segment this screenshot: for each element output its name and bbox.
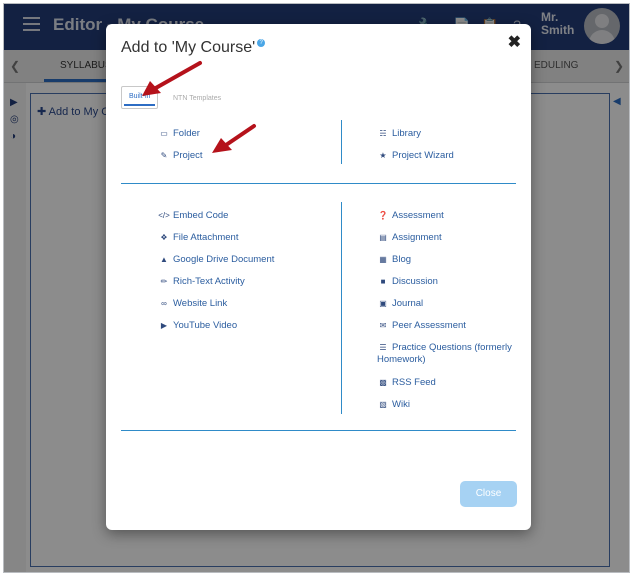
practice-questions-label: Practice Questions (formerly Homework) <box>377 342 512 365</box>
app-window: Editor - My Course 🔧 📄 📋 ? Mr. Smith ❮ S… <box>3 3 630 573</box>
rich-text-item[interactable]: ✏ Rich-Text Activity <box>158 276 245 287</box>
wiki-icon: ▧ <box>379 400 387 409</box>
youtube-video-label: YouTube Video <box>173 320 238 331</box>
discussion-label: Discussion <box>392 276 438 287</box>
question-icon: ❓ <box>378 211 388 220</box>
annotation-arrow-icon <box>212 124 256 153</box>
list-icon: ☰ <box>379 343 387 352</box>
assessment-item[interactable]: ❓ Assessment <box>377 210 444 221</box>
assignment-item[interactable]: ▤ Assignment <box>377 232 442 243</box>
rss-feed-label: RSS Feed <box>392 377 436 388</box>
help-badge-icon[interactable]: ? <box>257 39 266 47</box>
chat-icon: ■ <box>380 277 386 286</box>
document-icon: ▤ <box>379 233 387 242</box>
folder-icon: ▭ <box>160 129 168 138</box>
file-attachment-item[interactable]: ❖ File Attachment <box>158 232 238 243</box>
top-column-divider <box>341 120 342 164</box>
wiki-label: Wiki <box>392 399 410 410</box>
video-icon: ▶ <box>160 321 168 330</box>
wiki-item[interactable]: ▧ Wiki <box>377 399 410 410</box>
pencil-icon: ✏ <box>160 277 168 286</box>
middle-column-divider <box>341 202 342 414</box>
folder-label: Folder <box>173 128 200 139</box>
project-label: Project <box>173 150 203 161</box>
dialog-title-text: Add to 'My Course' <box>121 39 256 56</box>
google-drive-icon: ▲ <box>160 255 168 264</box>
envelope-icon: ✉ <box>379 321 387 330</box>
code-icon: </> <box>158 211 170 220</box>
section-divider-bottom <box>121 430 516 431</box>
google-drive-item[interactable]: ▲ Google Drive Document <box>158 254 274 265</box>
file-attachment-label: File Attachment <box>173 232 239 243</box>
rss-feed-item[interactable]: ▩ RSS Feed <box>377 377 436 388</box>
annotation-arrow-icon <box>142 61 202 96</box>
peer-assessment-label: Peer Assessment <box>392 320 466 331</box>
assignment-label: Assignment <box>392 232 442 243</box>
section-divider-top <box>121 183 516 184</box>
close-button[interactable]: Close <box>460 481 517 507</box>
library-item[interactable]: ☵ Library <box>377 128 421 139</box>
rss-icon: ▩ <box>379 378 387 387</box>
project-item[interactable]: ✎ Project <box>158 150 203 161</box>
blog-icon: ▦ <box>379 255 387 264</box>
folder-item[interactable]: ▭ Folder <box>158 128 200 139</box>
project-icon: ✎ <box>160 151 168 160</box>
paperclip-icon: ❖ <box>160 233 168 242</box>
embed-code-item[interactable]: </> Embed Code <box>158 210 228 221</box>
website-link-item[interactable]: ∞ Website Link <box>158 298 227 309</box>
journal-item[interactable]: ▣ Journal <box>377 298 423 309</box>
rich-text-label: Rich-Text Activity <box>173 276 245 287</box>
discussion-item[interactable]: ■ Discussion <box>377 276 438 287</box>
project-wizard-label: Project Wizard <box>392 150 454 161</box>
project-wizard-item[interactable]: ★ Project Wizard <box>377 150 454 161</box>
google-drive-label: Google Drive Document <box>173 254 275 265</box>
close-icon[interactable]: ✖ <box>508 32 521 52</box>
website-link-label: Website Link <box>173 298 228 309</box>
library-icon: ☵ <box>379 129 387 138</box>
link-icon: ∞ <box>161 299 167 308</box>
blog-label: Blog <box>392 254 412 265</box>
youtube-video-item[interactable]: ▶ YouTube Video <box>158 320 237 331</box>
journal-icon: ▣ <box>379 299 387 308</box>
dialog-title: Add to 'My Course'? <box>121 39 266 57</box>
peer-assessment-item[interactable]: ✉ Peer Assessment <box>377 320 466 331</box>
blog-item[interactable]: ▦ Blog <box>377 254 411 265</box>
journal-label: Journal <box>392 298 424 309</box>
assessment-label: Assessment <box>392 210 444 221</box>
star-icon: ★ <box>379 151 387 160</box>
practice-questions-item[interactable]: ☰ Practice Questions (formerly Homework) <box>377 342 520 366</box>
library-label: Library <box>392 128 422 139</box>
embed-code-label: Embed Code <box>173 210 229 221</box>
